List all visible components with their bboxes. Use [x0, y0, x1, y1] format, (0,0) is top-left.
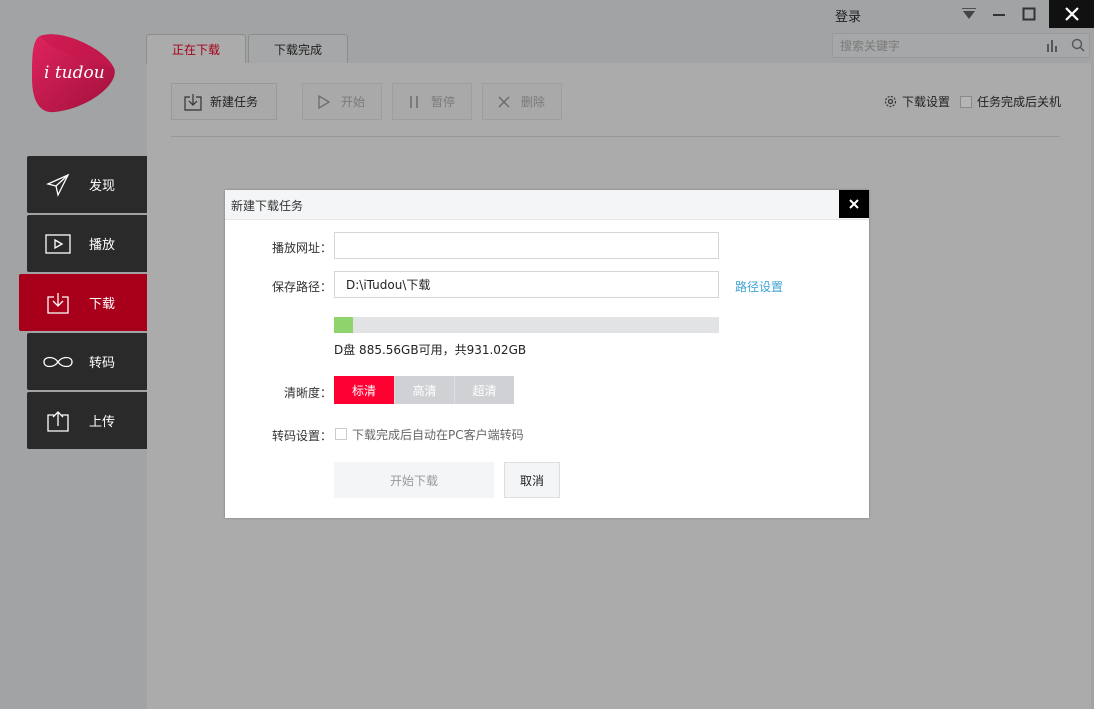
sidebar-item-label: 下载	[89, 297, 116, 312]
sidebar-item-play[interactable]: 播放	[27, 215, 147, 272]
chart-icon[interactable]	[1046, 39, 1060, 55]
tab-downloading[interactable]: 正在下载	[146, 34, 246, 64]
play-icon	[45, 231, 71, 257]
dialog-close-icon[interactable]	[839, 190, 869, 218]
login-link[interactable]: 登录	[835, 6, 861, 25]
minimize-icon[interactable]	[985, 0, 1013, 28]
tudou-logo: i tudou	[30, 28, 118, 114]
cancel-button[interactable]: 取消	[504, 462, 560, 498]
dialog-title: 新建下载任务	[231, 199, 304, 213]
disk-usage-text: D盘 885.56GB可用，共931.02GB	[334, 343, 527, 357]
path-label: 保存路径：	[271, 280, 332, 294]
sidebar-item-label: 转码	[89, 356, 116, 371]
dropdown-menu-icon[interactable]	[955, 0, 983, 28]
new-task-button[interactable]: 新建任务	[171, 83, 277, 120]
start-label: 开始	[341, 95, 366, 109]
download-box-icon	[184, 93, 202, 111]
send-icon	[45, 172, 71, 198]
sidebar-item-label: 发现	[89, 179, 116, 194]
sidebar-item-transcode[interactable]: 转码	[27, 333, 147, 390]
quality-label: 清晰度：	[283, 386, 332, 400]
path-input[interactable]	[334, 271, 719, 298]
delete-label: 删除	[521, 95, 546, 109]
disk-usage-bar	[334, 317, 719, 333]
search-input[interactable]	[833, 34, 1033, 57]
settings-area: 下载设置 任务完成后关机	[884, 93, 1061, 110]
sidebar-item-label: 上传	[89, 415, 116, 430]
divider	[171, 136, 1060, 137]
x-icon	[495, 96, 513, 108]
transcode-option-label: 下载完成后自动在PC客户端转码	[352, 428, 524, 442]
shutdown-label: 任务完成后关机	[977, 95, 1062, 109]
pause-label: 暂停	[431, 95, 456, 109]
pause-button[interactable]: 暂停	[392, 83, 472, 120]
quality-sd-button[interactable]: 标清	[334, 376, 394, 404]
new-task-label: 新建任务	[210, 95, 259, 109]
tab-completed[interactable]: 下载完成	[248, 34, 348, 64]
infinity-icon	[41, 349, 75, 375]
start-download-button[interactable]: 开始下载	[334, 462, 494, 498]
pause-icon	[405, 95, 423, 109]
start-button[interactable]: 开始	[302, 83, 382, 120]
upload-icon	[45, 408, 71, 434]
search-box	[832, 33, 1090, 58]
svg-text:i tudou: i tudou	[44, 63, 105, 83]
transcode-checkbox[interactable]	[335, 428, 347, 440]
sidebar: i tudou 发现 播放 下载 转码 上传	[0, 0, 153, 709]
url-label: 播放网址：	[271, 241, 332, 255]
transcode-label: 转码设置：	[271, 429, 332, 443]
sidebar-item-label: 播放	[89, 238, 116, 253]
url-input[interactable]	[334, 232, 719, 259]
sidebar-item-discover[interactable]: 发现	[27, 156, 147, 213]
maximize-icon[interactable]	[1015, 0, 1043, 28]
delete-button[interactable]: 删除	[482, 83, 562, 120]
close-window-icon[interactable]	[1049, 0, 1094, 28]
gear-icon[interactable]	[884, 95, 897, 108]
dialog-header: 新建下载任务	[225, 190, 869, 220]
quality-uhd-button[interactable]: 超清	[454, 376, 514, 404]
download-settings-link[interactable]: 下载设置	[902, 93, 950, 110]
quality-hd-button[interactable]: 高清	[394, 376, 454, 404]
download-icon	[45, 290, 71, 316]
new-download-dialog: 新建下载任务 播放网址： 保存路径： 路径设置 D盘 885.56GB可用，共9…	[225, 190, 869, 518]
search-icon[interactable]	[1071, 38, 1085, 55]
shutdown-checkbox[interactable]	[960, 95, 973, 108]
path-settings-link[interactable]: 路径设置	[735, 278, 783, 295]
disk-usage-fill	[334, 317, 353, 333]
sidebar-item-upload[interactable]: 上传	[27, 392, 147, 449]
play-triangle-icon	[315, 94, 333, 109]
sidebar-item-download[interactable]: 下载	[19, 274, 153, 331]
